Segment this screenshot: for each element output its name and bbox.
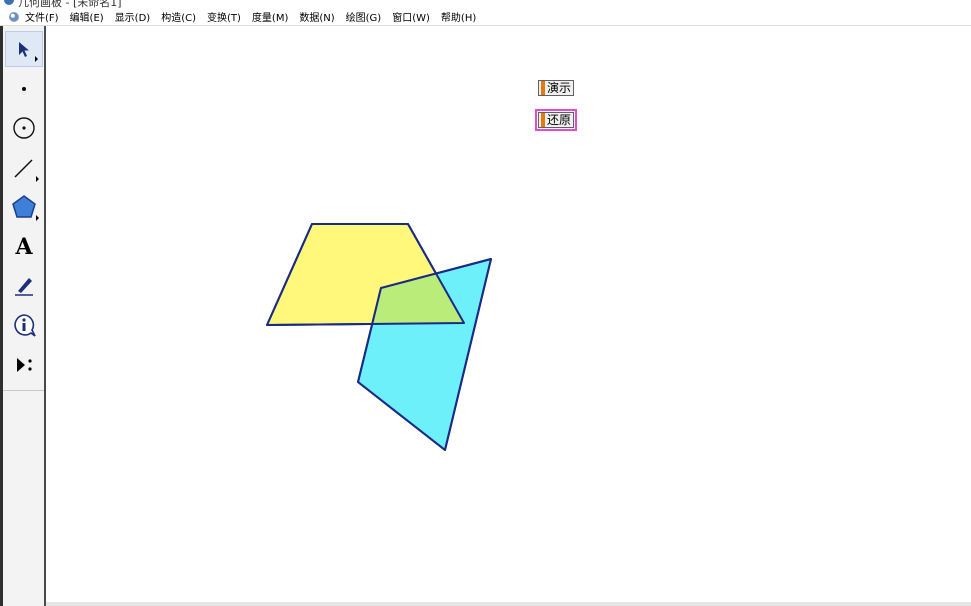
- restore-button-label: 还原: [547, 113, 572, 127]
- menu-display[interactable]: 显示(D): [115, 9, 151, 24]
- toolbox-divider: [3, 390, 44, 391]
- compass-tool[interactable]: [5, 110, 43, 146]
- menu-graph[interactable]: 绘图(G): [346, 9, 382, 24]
- geometer-sketchpad-window: 几何画板 - [未命名1] 文件(F) 编辑(E) 显示(D) 构造(C) 变换…: [0, 0, 971, 606]
- menu-edit[interactable]: 编辑(E): [70, 9, 104, 24]
- document-icon[interactable]: [9, 11, 19, 22]
- menu-bar: 文件(F) 编辑(E) 显示(D) 构造(C) 变换(T) 度量(M) 数据(N…: [0, 8, 971, 26]
- restore-button[interactable]: 还原: [534, 109, 578, 131]
- menu-help[interactable]: 帮助(H): [441, 9, 476, 24]
- toolbox: A: [0, 26, 46, 606]
- demo-button[interactable]: 演示: [538, 80, 575, 96]
- button-handle[interactable]: [541, 81, 545, 95]
- toolbox-edge: [0, 26, 3, 606]
- window-title: 几何画板 - [未命名1]: [18, 0, 122, 8]
- point-tool-icon: [22, 87, 26, 91]
- menu-construct[interactable]: 构造(C): [161, 9, 196, 24]
- status-strip: [46, 602, 971, 606]
- tool-submenu-indicator: [36, 176, 39, 182]
- polygon-tool[interactable]: [5, 189, 43, 225]
- polygon-tool-icon: [12, 195, 36, 218]
- menu-transform[interactable]: 变换(T): [207, 9, 241, 24]
- arrow-tool[interactable]: [5, 31, 43, 67]
- menu-measure[interactable]: 度量(M): [252, 9, 288, 24]
- title-bar: 几何画板 - [未命名1]: [0, 0, 971, 8]
- sketch-drawing: [266, 223, 492, 451]
- point-tool[interactable]: [5, 71, 43, 107]
- menu-number[interactable]: 数据(N): [299, 9, 334, 24]
- demo-button-label: 演示: [547, 81, 572, 95]
- custom-tool-icon: [17, 358, 32, 372]
- compass-tool-icon: [13, 117, 35, 139]
- information-tool[interactable]: [5, 308, 43, 344]
- sketch-canvas[interactable]: 演示 还原: [48, 26, 971, 606]
- marker-tool-icon: [15, 278, 33, 296]
- app-icon: [4, 0, 14, 5]
- menu-window[interactable]: 窗口(W): [392, 9, 430, 24]
- menu-file[interactable]: 文件(F): [25, 9, 59, 24]
- information-tool-icon: [14, 314, 36, 337]
- marker-tool[interactable]: [5, 268, 43, 304]
- text-tool[interactable]: A: [5, 229, 43, 265]
- arrow-tool-icon: [19, 42, 29, 57]
- straightedge-tool[interactable]: [5, 150, 43, 186]
- text-tool-icon: A: [15, 234, 33, 260]
- button-handle[interactable]: [541, 113, 545, 127]
- tool-submenu-indicator: [36, 215, 39, 221]
- custom-tool[interactable]: [5, 347, 43, 383]
- straightedge-tool-icon: [14, 159, 33, 178]
- tool-submenu-indicator: [35, 56, 38, 62]
